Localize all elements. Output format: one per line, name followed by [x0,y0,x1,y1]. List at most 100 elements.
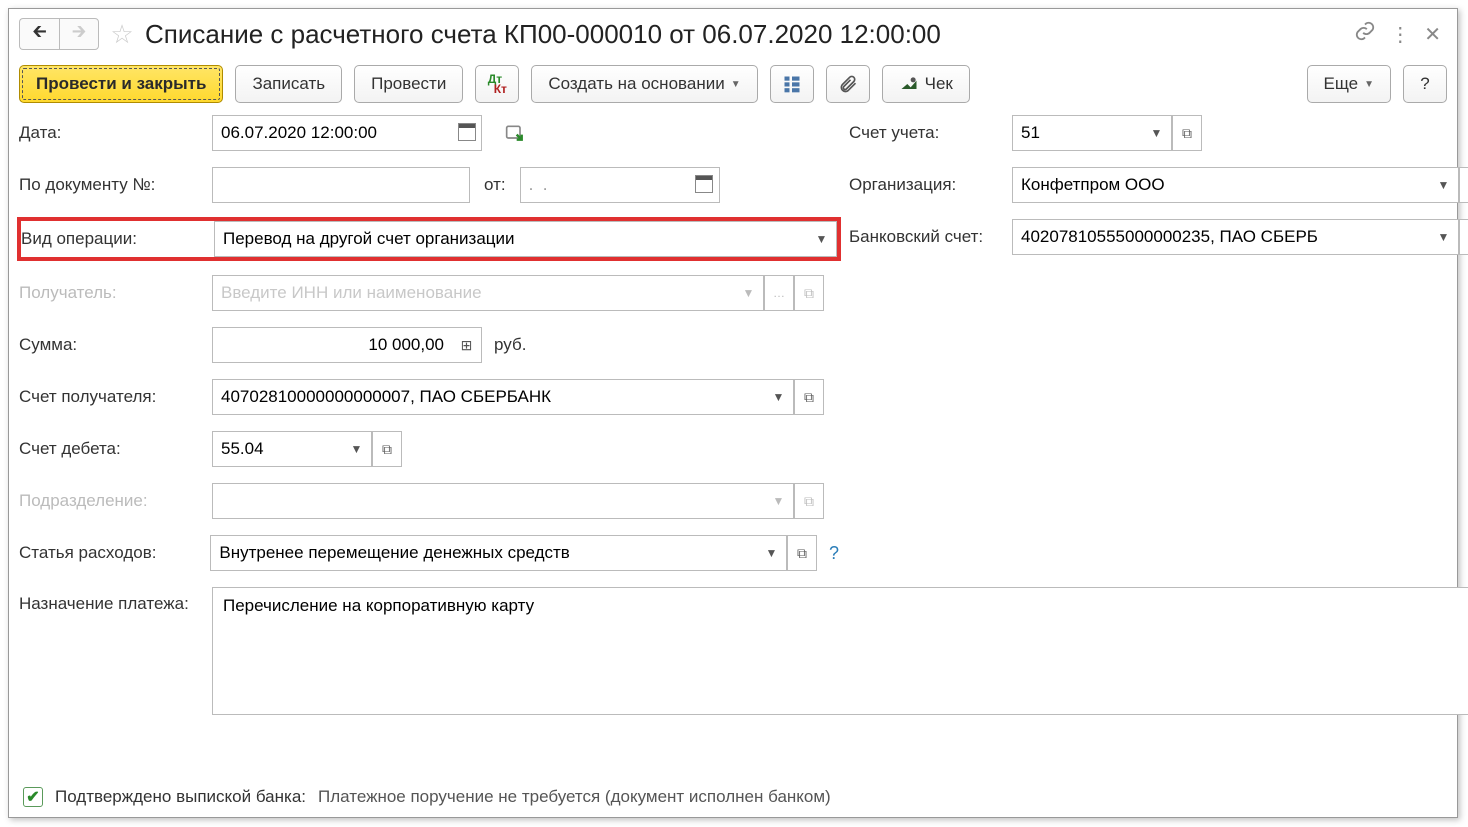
currency-label: руб. [494,335,526,355]
bank-label: Банковский счет: [849,227,1004,247]
form-grid: Дата: Счет учета: ▼ ⧉ По документу №: от… [19,115,1447,715]
recip-acct-dropdown-icon[interactable]: ▼ [764,379,794,415]
purpose-label: Назначение платежа: [19,587,204,615]
nav-forward-button[interactable]: 🡲 [59,18,99,50]
amount-label: Сумма: [19,335,204,355]
docnum-row: По документу №: от: [19,167,839,203]
docnum-label: По документу №: [19,175,204,195]
debit-acct-input[interactable] [221,432,334,466]
dept-dropdown-icon: ▼ [764,483,794,519]
expense-open-icon[interactable]: ⧉ [787,535,817,571]
more-label: Еще [1324,74,1359,94]
bank-dropdown-icon[interactable]: ▼ [1429,219,1459,255]
recip-acct-input[interactable] [221,380,756,414]
recipient-label: Получатель: [19,283,204,303]
date-field [212,115,482,151]
account-row: Счет учета: ▼ ⧉ [849,115,1468,151]
nav-group: 🡰 🡲 [19,18,99,50]
recipient-open-icon: ⧉ [794,275,824,311]
post-and-close-button[interactable]: Провести и закрыть [19,65,223,103]
link-icon[interactable] [1354,20,1376,48]
expense-row: Статья расходов: ▼ ⧉ ? [19,535,839,571]
org-input[interactable] [1021,168,1421,202]
org-row: Организация: ▼ ⧉ [849,167,1468,203]
account-field: ▼ ⧉ [1012,115,1202,151]
confirmed-label: Подтверждено выпиской банка: [55,787,306,807]
attachment-button[interactable] [826,65,870,103]
amount-row: Сумма: ⊞ руб. [19,327,839,363]
expense-label: Статья расходов: [19,543,202,563]
recipient-pick-icon: … [764,275,794,311]
toolbar: Провести и закрыть Записать Провести ДтК… [19,61,1447,115]
confirmed-note: Платежное поручение не требуется (докуме… [318,787,831,807]
dept-row: Подразделение: ▼ ⧉ [19,483,839,519]
calendar-icon[interactable] [452,115,482,151]
window-title: Списание с расчетного счета КП00-000010 … [145,19,1348,50]
docdate-field [520,167,720,203]
account-label: Счет учета: [849,123,1004,143]
amount-field: ⊞ [212,327,482,363]
schedule-icon[interactable] [504,123,526,143]
optype-dropdown-icon[interactable]: ▼ [807,221,837,257]
bank-input[interactable] [1021,220,1421,254]
debit-acct-dropdown-icon[interactable]: ▼ [342,431,372,467]
date-row: Дата: [19,115,839,151]
recip-acct-label: Счет получателя: [19,387,204,407]
purpose-row: Назначение платежа: [19,587,1468,715]
docdate-calendar-icon[interactable] [690,167,720,203]
bank-row: Банковский счет: ▼ ⧉ [849,219,1468,255]
dept-open-icon: ⧉ [794,483,824,519]
more-button[interactable]: Еще▼ [1307,65,1392,103]
bank-field: ▼ ⧉ [1012,219,1468,255]
account-dropdown-icon[interactable]: ▼ [1142,115,1172,151]
date-label: Дата: [19,123,204,143]
recipient-input [221,276,726,310]
optype-field: ▼ [214,221,837,257]
recip-acct-field: ▼ ⧉ [212,379,824,415]
save-button[interactable]: Записать [235,65,342,103]
debit-acct-field: ▼ ⧉ [212,431,402,467]
create-based-label: Создать на основании [548,74,724,94]
expense-dropdown-icon[interactable]: ▼ [757,535,787,571]
purpose-textarea[interactable] [221,594,1468,698]
bank-open-icon[interactable]: ⧉ [1459,219,1468,255]
debit-acct-open-icon[interactable]: ⧉ [372,431,402,467]
dept-label: Подразделение: [19,491,204,511]
org-dropdown-icon[interactable]: ▼ [1429,167,1459,203]
account-input[interactable] [1021,116,1134,150]
debit-acct-label: Счет дебета: [19,439,204,459]
optype-row: Вид операции: ▼ [19,219,839,259]
help-button[interactable]: ? [1403,65,1447,103]
post-button[interactable]: Провести [354,65,463,103]
kebab-menu-icon[interactable]: ⋮ [1390,22,1410,47]
optype-label: Вид операции: [21,229,206,249]
expense-help-icon[interactable]: ? [829,543,839,564]
dept-field: ▼ ⧉ [212,483,824,519]
date-input[interactable] [221,116,444,150]
close-icon[interactable]: ✕ [1424,22,1441,47]
org-open-icon[interactable]: ⧉ [1459,167,1468,203]
amount-input[interactable] [221,328,444,362]
nav-back-button[interactable]: 🡰 [19,18,59,50]
create-based-on-button[interactable]: Создать на основании▼ [531,65,757,103]
docnum-input[interactable] [221,168,461,202]
recipient-dropdown-icon: ▼ [734,275,764,311]
org-field: ▼ ⧉ [1012,167,1468,203]
docdate-input[interactable] [529,168,682,202]
account-open-icon[interactable]: ⧉ [1172,115,1202,151]
document-window: 🡰 🡲 ☆ Списание с расчетного счета КП00-0… [8,8,1458,818]
structure-button[interactable] [770,65,814,103]
confirmed-checkbox[interactable]: ✔ [23,787,43,807]
titlebar: 🡰 🡲 ☆ Списание с расчетного счета КП00-0… [19,13,1447,61]
org-label: Организация: [849,175,1004,195]
optype-input[interactable] [223,222,799,256]
dtkt-button[interactable]: ДтКт [475,65,519,103]
footer-row: ✔ Подтверждено выпиской банка: Платежное… [23,787,1443,807]
expense-input[interactable] [219,536,749,570]
calculator-icon[interactable]: ⊞ [452,327,482,363]
dept-input [221,484,756,518]
expense-field: ▼ ⧉ [210,535,817,571]
recip-acct-open-icon[interactable]: ⧉ [794,379,824,415]
cheque-button[interactable]: Чек [882,65,970,103]
favorite-star-icon[interactable]: ☆ [105,17,139,51]
